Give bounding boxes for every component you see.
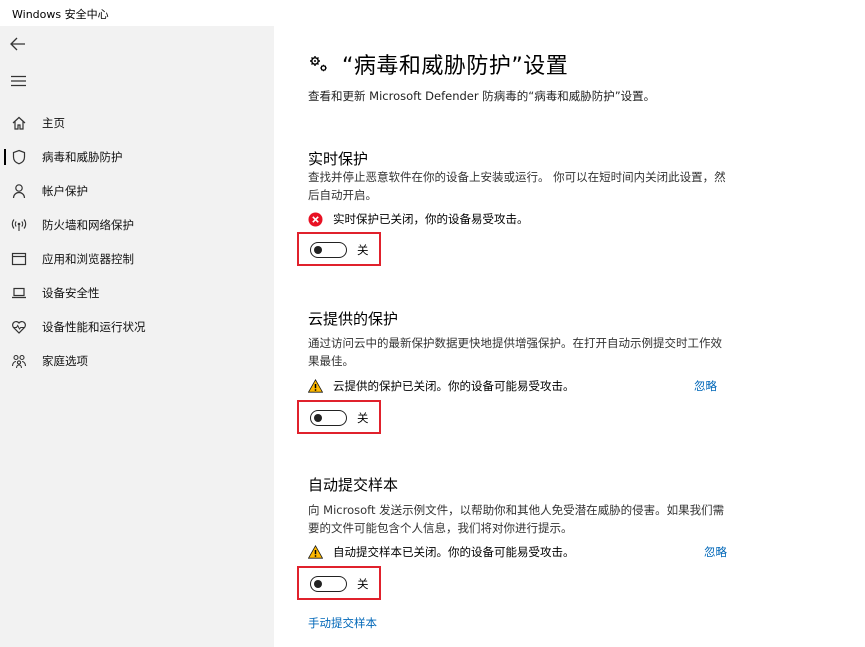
warning-icon bbox=[307, 544, 324, 560]
error-icon bbox=[308, 212, 323, 227]
sidebar-item-firewall[interactable]: 防火墙和网络保护 bbox=[0, 210, 274, 240]
status-realtime-protection: 实时保护已关闭，你的设备易受攻击。 bbox=[308, 210, 529, 228]
sidebar-item-label: 应用和浏览器控制 bbox=[42, 252, 134, 266]
sidebar-item-virus-protection[interactable]: 病毒和威胁防护 bbox=[0, 142, 274, 172]
selection-indicator bbox=[4, 183, 6, 199]
main-content: “病毒和威胁防护”设置 查看和更新 Microsoft Defender 防病毒… bbox=[274, 26, 865, 647]
section-desc-cloud-protection: 通过访问云中的最新保护数据更快地提供增强保护。在打开自动示例提交时工作效果最佳。 bbox=[308, 336, 722, 368]
wifi-antenna-icon bbox=[11, 217, 27, 233]
selection-indicator bbox=[4, 319, 6, 335]
dismiss-link[interactable]: 忽略 bbox=[694, 378, 717, 394]
highlight-box: 关 bbox=[297, 400, 381, 434]
status-text: 实时保护已关闭，你的设备易受攻击。 bbox=[333, 212, 529, 226]
sidebar: 主页 病毒和威胁防护 帐户保护 防火墙和网络保护 应用和浏览器控制 设备安全性 … bbox=[0, 26, 274, 647]
sidebar-item-label: 病毒和威胁防护 bbox=[42, 150, 123, 164]
selection-indicator bbox=[4, 115, 6, 131]
status-text: 云提供的保护已关闭。你的设备可能易受攻击。 bbox=[333, 379, 575, 393]
sidebar-item-label: 家庭选项 bbox=[42, 354, 88, 368]
page-subtitle: 查看和更新 Microsoft Defender 防病毒的“病毒和威胁防护”设置… bbox=[308, 89, 656, 103]
manual-submit-link[interactable]: 手动提交样本 bbox=[308, 615, 377, 631]
back-arrow-icon[interactable] bbox=[10, 36, 26, 52]
toggle-knob bbox=[314, 580, 322, 588]
title-bar: Windows 安全中心 bbox=[0, 0, 865, 26]
sample-submission-toggle[interactable] bbox=[310, 576, 347, 592]
realtime-protection-toggle[interactable] bbox=[310, 242, 347, 258]
toggle-knob bbox=[314, 414, 322, 422]
family-icon bbox=[11, 353, 27, 369]
sidebar-item-home[interactable]: 主页 bbox=[0, 108, 274, 138]
toggle-state-label: 关 bbox=[357, 411, 369, 425]
hamburger-menu-icon[interactable] bbox=[10, 73, 26, 89]
section-title-sample-submission: 自动提交样本 bbox=[308, 476, 399, 494]
warning-icon bbox=[307, 378, 324, 394]
selection-indicator bbox=[4, 353, 6, 369]
status-sample-submission: 自动提交样本已关闭。你的设备可能易受攻击。 bbox=[307, 543, 575, 561]
sidebar-item-label: 帐户保护 bbox=[42, 184, 88, 198]
sidebar-item-family-options[interactable]: 家庭选项 bbox=[0, 346, 274, 376]
dismiss-link[interactable]: 忽略 bbox=[704, 544, 727, 560]
sidebar-item-device-security[interactable]: 设备安全性 bbox=[0, 278, 274, 308]
section-title-realtime-protection: 实时保护 bbox=[308, 150, 369, 168]
toggle-state-label: 关 bbox=[357, 243, 369, 257]
home-icon bbox=[11, 115, 27, 131]
section-desc-realtime-protection: 查找并停止恶意软件在你的设备上安装或运行。 你可以在短时间内关闭此设置，然后自动… bbox=[308, 170, 726, 202]
toggle-state-label: 关 bbox=[357, 577, 369, 591]
sidebar-item-app-browser-control[interactable]: 应用和浏览器控制 bbox=[0, 244, 274, 274]
sidebar-item-label: 主页 bbox=[42, 116, 65, 130]
gears-icon bbox=[308, 53, 330, 75]
heart-pulse-icon bbox=[11, 319, 27, 335]
status-text: 自动提交样本已关闭。你的设备可能易受攻击。 bbox=[333, 545, 575, 559]
sidebar-item-label: 设备安全性 bbox=[42, 286, 100, 300]
highlight-box: 关 bbox=[297, 566, 381, 600]
status-cloud-protection: 云提供的保护已关闭。你的设备可能易受攻击。 bbox=[307, 377, 575, 395]
browser-window-icon bbox=[11, 251, 27, 267]
laptop-icon bbox=[11, 285, 27, 301]
window-title: Windows 安全中心 bbox=[12, 8, 109, 21]
toggle-knob bbox=[314, 246, 322, 254]
section-desc-sample-submission: 向 Microsoft 发送示例文件，以帮助你和其他人免受潜在威胁的侵害。如果我… bbox=[308, 503, 725, 535]
page-header: “病毒和威胁防护”设置 bbox=[308, 48, 568, 80]
selection-indicator bbox=[4, 149, 6, 165]
selection-indicator bbox=[4, 251, 6, 267]
shield-icon bbox=[11, 149, 27, 165]
sidebar-item-label: 防火墙和网络保护 bbox=[42, 218, 134, 232]
highlight-box: 关 bbox=[297, 232, 381, 266]
selection-indicator bbox=[4, 285, 6, 301]
page-title: “病毒和威胁防护”设置 bbox=[342, 54, 569, 79]
cloud-protection-toggle[interactable] bbox=[310, 410, 347, 426]
person-icon bbox=[11, 183, 27, 199]
selection-indicator bbox=[4, 217, 6, 233]
section-title-cloud-protection: 云提供的保护 bbox=[308, 310, 399, 328]
sidebar-item-device-performance[interactable]: 设备性能和运行状况 bbox=[0, 312, 274, 342]
sidebar-item-account-protection[interactable]: 帐户保护 bbox=[0, 176, 274, 206]
sidebar-item-label: 设备性能和运行状况 bbox=[42, 320, 146, 334]
